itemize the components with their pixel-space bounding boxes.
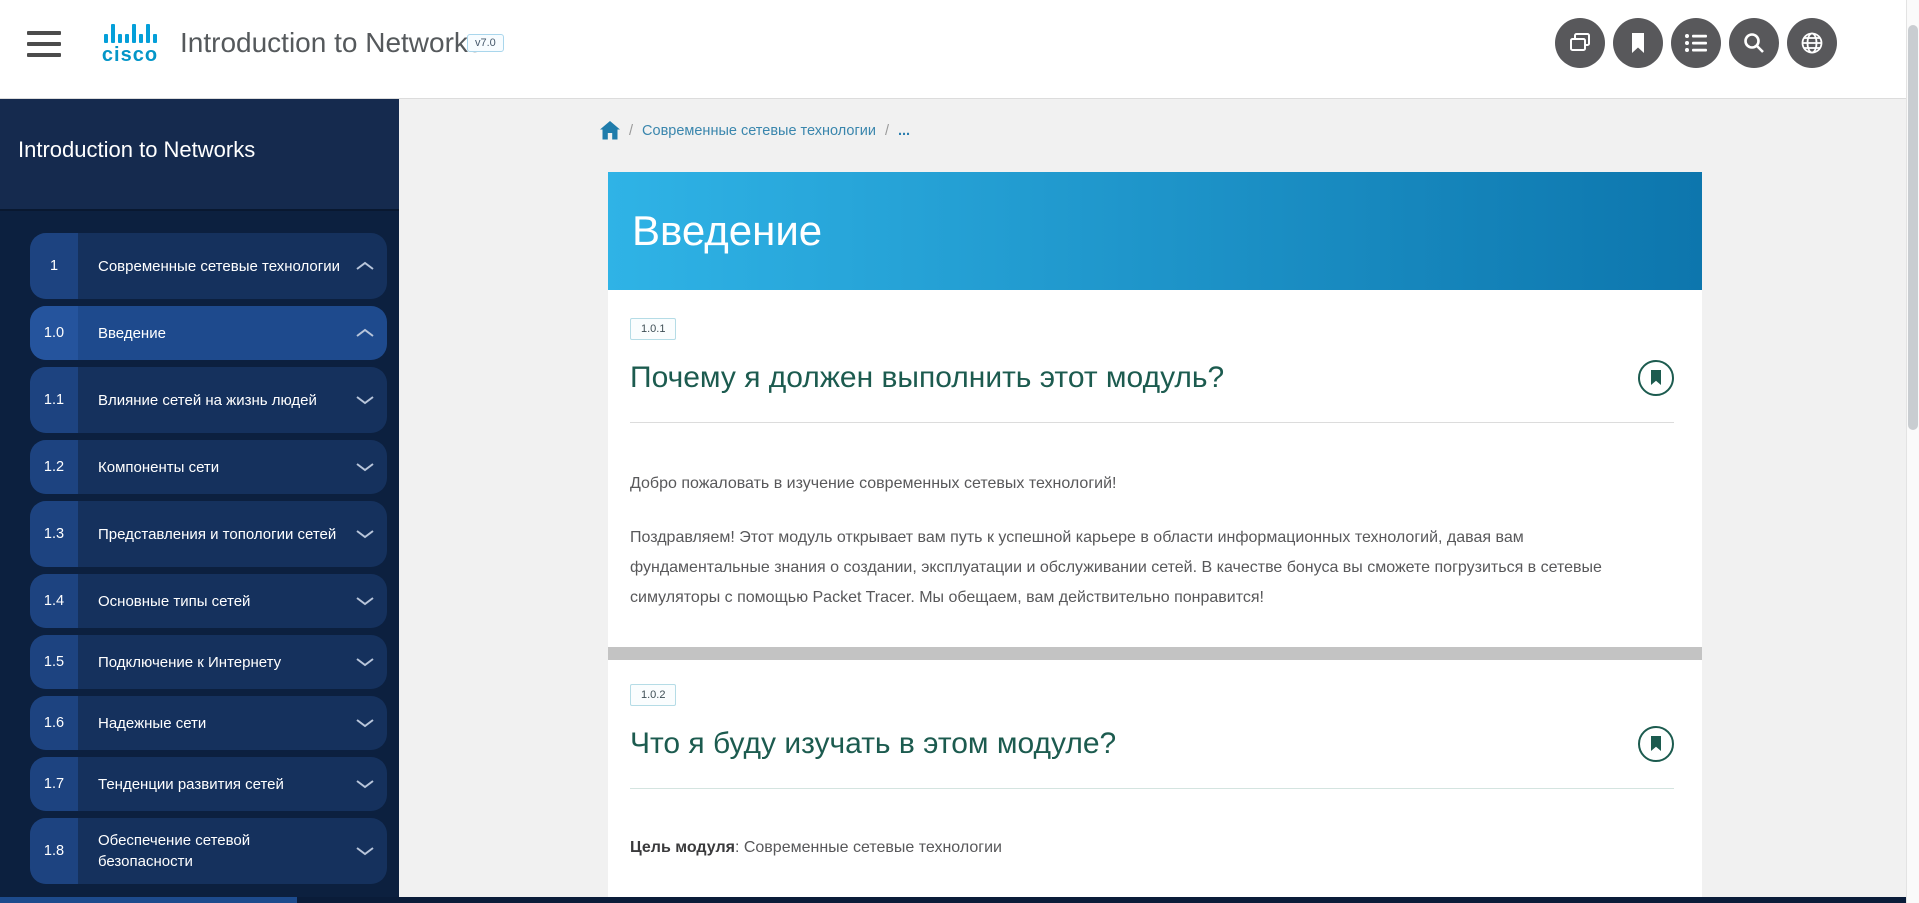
chevron-down-icon — [343, 501, 387, 567]
chevron-down-icon — [343, 367, 387, 433]
paragraph: Добро пожаловать в изучение современных … — [630, 469, 1642, 499]
section-1-0-1: 1.0.1 Почему я должен выполнить этот мод… — [608, 290, 1702, 613]
windows-icon[interactable] — [1555, 18, 1605, 68]
sidebar-item-1-0[interactable]: 1.0 Введение — [30, 306, 387, 360]
breadcrumb: / Современные сетевые технологии / ... — [600, 121, 910, 140]
module-number: 1.3 — [30, 501, 78, 567]
section-number-badge: 1.0.2 — [630, 684, 676, 706]
sidebar-item-1-6[interactable]: 1.6 Надежные сети — [30, 696, 387, 750]
section-divider-line — [630, 788, 1674, 789]
course-title: Introduction to Networks — [180, 27, 482, 59]
module-number: 1.1 — [30, 367, 78, 433]
module-number: 1.0 — [30, 306, 78, 360]
sidebar-item-1-5[interactable]: 1.5 Подключение к Интернету — [30, 635, 387, 689]
section-separator-bar — [608, 647, 1702, 660]
scrollbar-thumb[interactable] — [1908, 25, 1918, 430]
header-icon-bar — [1555, 18, 1837, 68]
bookmark-icon[interactable] — [1613, 18, 1663, 68]
section-bookmark-button[interactable] — [1638, 726, 1674, 762]
chevron-up-icon — [343, 233, 387, 299]
module-label: Надежные сети — [78, 696, 343, 750]
chevron-down-icon — [343, 574, 387, 628]
breadcrumb-ellipsis[interactable]: ... — [898, 123, 910, 139]
section-divider-line — [630, 422, 1674, 423]
module-label: Введение — [78, 306, 343, 360]
sidebar-header: Introduction to Networks — [0, 99, 399, 211]
sidebar-item-1-4[interactable]: 1.4 Основные типы сетей — [30, 574, 387, 628]
cisco-logo-text: cisco — [95, 44, 165, 67]
sidebar-course-title: Introduction to Networks — [18, 137, 381, 163]
sidebar-item-1-7[interactable]: 1.7 Тенденции развития сетей — [30, 757, 387, 811]
banner-title: Введение — [608, 207, 822, 255]
module-label: Современные сетевые технологии — [78, 233, 343, 299]
sidebar-item-1-2[interactable]: 1.2 Компоненты сети — [30, 440, 387, 494]
module-number: 1 — [30, 233, 78, 299]
chevron-down-icon — [343, 440, 387, 494]
module-goal-label: Цель модуля — [630, 839, 735, 856]
module-number: 1.6 — [30, 696, 78, 750]
top-header: cisco Introduction to Networks v7.0 — [0, 0, 1919, 99]
content-card: 1.0.1 Почему я должен выполнить этот мод… — [608, 290, 1702, 897]
section-1-0-2: 1.0.2 Что я буду изучать в этом модуле? … — [608, 660, 1702, 863]
module-number: 1.5 — [30, 635, 78, 689]
breadcrumb-separator: / — [629, 123, 633, 139]
module-number: 1.8 — [30, 818, 78, 884]
chevron-up-icon — [343, 306, 387, 360]
module-label: Подключение к Интернету — [78, 635, 343, 689]
module-label: Тенденции развития сетей — [78, 757, 343, 811]
paragraph: Поздравляем! Этот модуль открывает вам п… — [630, 523, 1642, 613]
course-sidebar: Introduction to Networks 1 Современные с… — [0, 99, 399, 897]
bottom-progress-bar — [0, 897, 1919, 903]
chevron-down-icon — [343, 635, 387, 689]
bottom-progress-segment — [0, 897, 297, 903]
section-title: Почему я должен выполнить этот модуль? — [630, 361, 1224, 395]
search-icon[interactable] — [1729, 18, 1779, 68]
module-goal-text: : Современные сетевые технологии — [735, 839, 1002, 856]
sidebar-item-module-1[interactable]: 1 Современные сетевые технологии — [30, 233, 387, 299]
sidebar-item-1-3[interactable]: 1.3 Представления и топологии сетей — [30, 501, 387, 567]
module-label: Компоненты сети — [78, 440, 343, 494]
module-number: 1.2 — [30, 440, 78, 494]
section-banner: Введение — [608, 172, 1702, 290]
page-scrollbar[interactable] — [1906, 0, 1919, 903]
sidebar-item-1-1[interactable]: 1.1 Влияние сетей на жизнь людей — [30, 367, 387, 433]
home-icon[interactable] — [600, 121, 620, 140]
module-number: 1.7 — [30, 757, 78, 811]
module-number: 1.4 — [30, 574, 78, 628]
section-bookmark-button[interactable] — [1638, 360, 1674, 396]
module-label: Обеспечение сетевой безопасности — [78, 818, 343, 884]
version-badge: v7.0 — [467, 34, 504, 52]
cisco-logo-bars-icon — [95, 21, 165, 43]
module-label: Основные типы сетей — [78, 574, 343, 628]
cisco-logo: cisco — [95, 21, 165, 67]
contents-list-icon[interactable] — [1671, 18, 1721, 68]
module-goal: Цель модуля: Современные сетевые техноло… — [630, 833, 1642, 863]
sidebar-item-1-8[interactable]: 1.8 Обеспечение сетевой безопасности — [30, 818, 387, 884]
module-label: Влияние сетей на жизнь людей — [78, 367, 343, 433]
chevron-down-icon — [343, 757, 387, 811]
chevron-down-icon — [343, 696, 387, 750]
section-title: Что я буду изучать в этом модуле? — [630, 727, 1116, 761]
hamburger-menu-icon[interactable] — [27, 31, 61, 61]
breadcrumb-separator: / — [885, 123, 889, 139]
globe-icon[interactable] — [1787, 18, 1837, 68]
module-label: Представления и топологии сетей — [78, 501, 343, 567]
sidebar-module-list: 1 Современные сетевые технологии 1.0 Вве… — [0, 211, 399, 884]
breadcrumb-link-module[interactable]: Современные сетевые технологии — [642, 123, 876, 139]
chevron-down-icon — [343, 818, 387, 884]
section-number-badge: 1.0.1 — [630, 318, 676, 340]
